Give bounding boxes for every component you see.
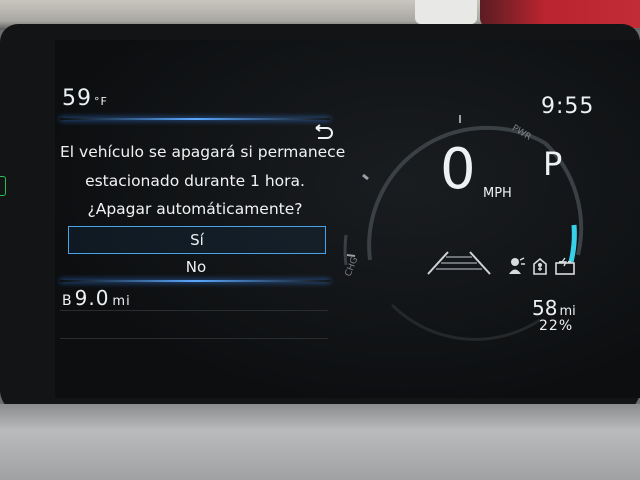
driver-attention-icon: [509, 257, 525, 274]
gear-indicator: P: [543, 145, 563, 183]
battery-charge-icon: [555, 257, 575, 275]
speed-value: 0: [440, 137, 476, 202]
green-indicator-icon: [0, 176, 6, 196]
indicator-icons: [506, 256, 576, 276]
trip-label: B: [62, 293, 73, 309]
yes-button[interactable]: Sí: [68, 226, 326, 254]
battery-percent: 22%: [539, 318, 574, 334]
temperature-value: 59: [62, 86, 92, 111]
trip-value: 9.0: [74, 286, 110, 310]
message-line-3: ¿Apagar automáticamente?: [87, 200, 303, 218]
temperature-unit: °F: [94, 95, 108, 108]
ev-range: 58 mi: [532, 296, 576, 320]
dashboard-trim: [0, 404, 640, 480]
speed-unit: MPH: [483, 186, 512, 201]
trip-unit: mi: [112, 294, 131, 309]
message-line-1: El vehículo se apagará si permanece: [60, 143, 346, 161]
range-unit: mi: [559, 304, 576, 319]
footer-divider: [60, 280, 330, 282]
header-divider: [60, 118, 330, 120]
outside-temperature: 59 °F: [62, 86, 108, 111]
range-value: 58: [532, 296, 558, 320]
trip-meter: B 9.0 mi: [62, 286, 131, 310]
lane-assist-icon: [427, 251, 491, 275]
row-divider: [60, 338, 328, 339]
yes-button-label: Sí: [190, 231, 204, 249]
background-object: [415, 0, 477, 24]
row-divider: [60, 310, 328, 311]
pedestrian-alert-icon: [533, 257, 547, 275]
message-line-2: estacionado durante 1 hora.: [85, 172, 305, 190]
no-button[interactable]: No: [68, 254, 324, 280]
no-button-label: No: [185, 258, 207, 276]
